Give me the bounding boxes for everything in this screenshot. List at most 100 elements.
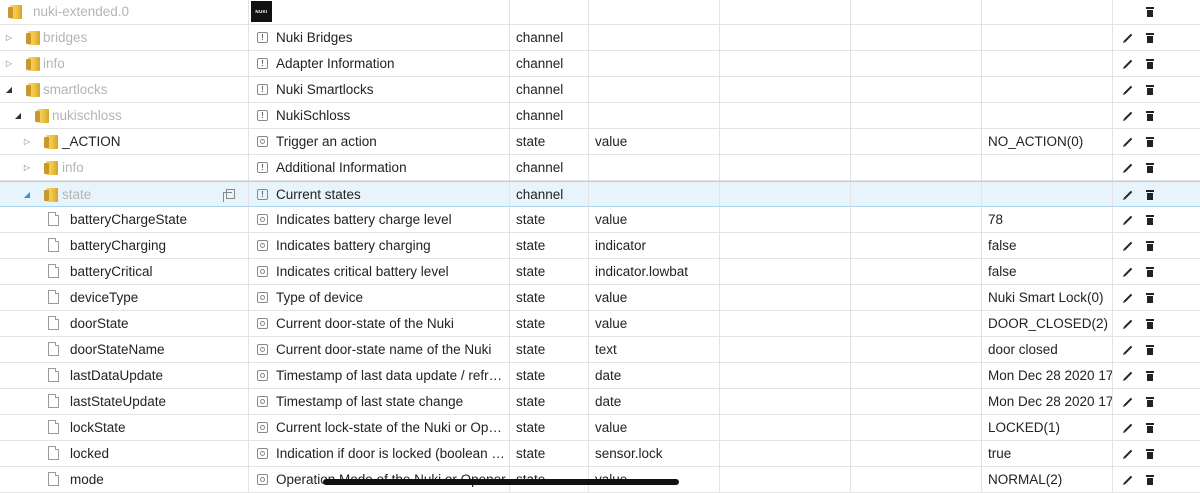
table-row[interactable]: batteryChargeState Indicates battery char… bbox=[0, 207, 1200, 233]
delete-button[interactable] bbox=[1142, 467, 1158, 492]
object-type-cell: state bbox=[510, 415, 589, 440]
object-id-cell: mode bbox=[0, 467, 249, 492]
edit-button[interactable] bbox=[1120, 207, 1136, 232]
delete-button[interactable] bbox=[1142, 129, 1158, 154]
table-row[interactable]: ▷ info! Adapter Information channel bbox=[0, 51, 1200, 77]
delete-button[interactable] bbox=[1142, 155, 1158, 180]
empty-cell bbox=[851, 77, 982, 102]
edit-button[interactable] bbox=[1120, 259, 1136, 284]
edit-button[interactable] bbox=[1120, 51, 1136, 76]
empty-cell bbox=[720, 103, 851, 128]
table-row[interactable]: lastStateUpdate Timestamp of last state c… bbox=[0, 389, 1200, 415]
edit-button[interactable] bbox=[1120, 77, 1136, 102]
edit-button[interactable] bbox=[1120, 311, 1136, 336]
collapse-icon[interactable]: ◢ bbox=[22, 182, 32, 207]
expand-icon[interactable]: ▷ bbox=[22, 155, 32, 180]
pencil-icon bbox=[1123, 371, 1133, 381]
table-row[interactable]: nuki-extended.0 NUKI bbox=[0, 0, 1200, 25]
object-role-cell: text bbox=[589, 337, 720, 362]
table-row[interactable]: ▷ bridges! Nuki Bridges channel bbox=[0, 25, 1200, 51]
expand-icon[interactable]: ▷ bbox=[4, 51, 14, 76]
delete-button[interactable] bbox=[1142, 389, 1158, 414]
object-value-cell: Mon Dec 28 2020 17 bbox=[982, 389, 1113, 414]
edit-button[interactable] bbox=[1120, 285, 1136, 310]
pencil-icon bbox=[1123, 33, 1133, 43]
trash-icon bbox=[1146, 475, 1154, 485]
table-row[interactable]: doorStateName Current door-state name of … bbox=[0, 337, 1200, 363]
delete-button[interactable] bbox=[1142, 259, 1158, 284]
object-type-cell: state bbox=[510, 311, 589, 336]
delete-button[interactable] bbox=[1142, 233, 1158, 258]
edit-button[interactable] bbox=[1120, 441, 1136, 466]
object-id-label: info bbox=[62, 160, 84, 175]
table-row[interactable]: locked Indication if door is locked (bool… bbox=[0, 441, 1200, 467]
delete-button[interactable] bbox=[1142, 311, 1158, 336]
table-row[interactable]: ◢ nukischloss! NukiSchloss channel bbox=[0, 103, 1200, 129]
table-row[interactable]: batteryCritical Indicates critical batter… bbox=[0, 259, 1200, 285]
collapse-icon[interactable]: ◢ bbox=[13, 103, 23, 128]
edit-button[interactable] bbox=[1120, 467, 1136, 492]
edit-button[interactable] bbox=[1120, 155, 1136, 180]
delete-button[interactable] bbox=[1142, 77, 1158, 102]
pencil-icon bbox=[1123, 397, 1133, 407]
object-id-label: lastStateUpdate bbox=[70, 394, 167, 409]
delete-button[interactable] bbox=[1142, 363, 1158, 388]
pencil-icon bbox=[1123, 475, 1133, 485]
delete-button[interactable] bbox=[1142, 441, 1158, 466]
empty-cell bbox=[851, 233, 982, 258]
trash-icon bbox=[1146, 163, 1154, 173]
edit-button[interactable] bbox=[1120, 337, 1136, 362]
table-row[interactable]: ▷ _ACTION Trigger an action state value NO_AC… bbox=[0, 129, 1200, 155]
pencil-icon bbox=[1123, 241, 1133, 251]
table-row[interactable]: ◢ state! Current states channel bbox=[0, 181, 1200, 207]
object-name-cell: Type of device bbox=[249, 285, 510, 310]
object-id-cell: ◢ state bbox=[0, 182, 249, 207]
object-name-label: Nuki Smartlocks bbox=[276, 82, 374, 97]
object-role-cell bbox=[589, 103, 720, 128]
file-icon bbox=[48, 446, 59, 460]
edit-button[interactable] bbox=[1120, 129, 1136, 154]
horizontal-scrollbar[interactable] bbox=[323, 479, 679, 485]
table-row[interactable]: ◢ smartlocks! Nuki Smartlocks channel bbox=[0, 77, 1200, 103]
delete-button[interactable] bbox=[1142, 51, 1158, 76]
delete-button[interactable] bbox=[1142, 103, 1158, 128]
object-name-label: Type of device bbox=[276, 290, 364, 305]
delete-button[interactable] bbox=[1142, 415, 1158, 440]
table-row[interactable]: ▷ info! Additional Information channel bbox=[0, 155, 1200, 181]
file-icon bbox=[48, 316, 59, 330]
edit-button[interactable] bbox=[1120, 182, 1136, 207]
actions-cell bbox=[1113, 337, 1200, 362]
delete-button[interactable] bbox=[1142, 285, 1158, 310]
object-name-cell: ! NukiSchloss bbox=[249, 103, 510, 128]
empty-cell bbox=[851, 363, 982, 388]
object-id-label: locked bbox=[70, 446, 110, 461]
edit-button[interactable] bbox=[1120, 233, 1136, 258]
collapse-icon[interactable]: ◢ bbox=[4, 77, 14, 102]
empty-cell bbox=[851, 155, 982, 180]
edit-button[interactable] bbox=[1120, 103, 1136, 128]
actions-cell bbox=[1113, 285, 1200, 310]
actions-cell bbox=[1113, 467, 1200, 492]
table-row[interactable]: deviceType Type of device state value Nuki S… bbox=[0, 285, 1200, 311]
expand-icon[interactable]: ▷ bbox=[22, 129, 32, 154]
actions-cell bbox=[1113, 363, 1200, 388]
edit-button[interactable] bbox=[1120, 389, 1136, 414]
table-row[interactable]: lastDataUpdate Timestamp of last data upd… bbox=[0, 363, 1200, 389]
expand-icon[interactable]: ▷ bbox=[4, 25, 14, 50]
table-row[interactable]: batteryCharging Indicates battery chargin… bbox=[0, 233, 1200, 259]
edit-button[interactable] bbox=[1120, 363, 1136, 388]
copy-icon[interactable] bbox=[223, 189, 235, 202]
delete-button[interactable] bbox=[1142, 0, 1158, 24]
delete-button[interactable] bbox=[1142, 182, 1158, 207]
delete-button[interactable] bbox=[1142, 207, 1158, 232]
edit-button[interactable] bbox=[1120, 25, 1136, 50]
object-value-cell bbox=[982, 155, 1113, 180]
delete-button[interactable] bbox=[1142, 337, 1158, 362]
table-row[interactable]: lockState Current lock-state of the Nuki … bbox=[0, 415, 1200, 441]
object-value-cell bbox=[982, 0, 1113, 24]
edit-button[interactable] bbox=[1120, 415, 1136, 440]
delete-button[interactable] bbox=[1142, 25, 1158, 50]
table-row[interactable]: doorState Current door-state of the Nuki s… bbox=[0, 311, 1200, 337]
pencil-icon bbox=[1123, 215, 1133, 225]
object-role-cell bbox=[589, 155, 720, 180]
